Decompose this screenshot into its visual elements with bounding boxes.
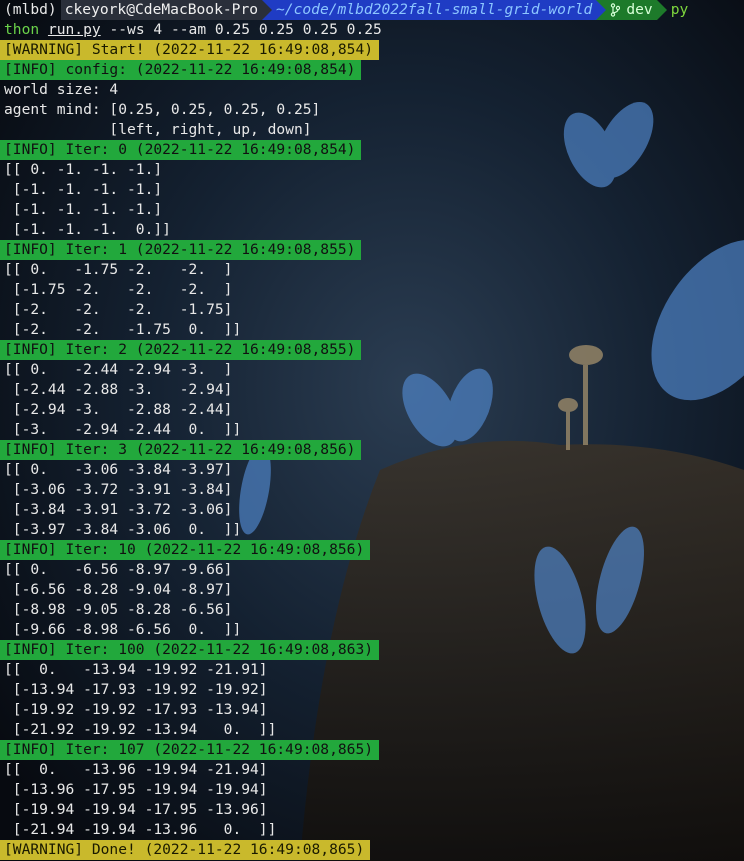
log-text-line: [-3.84 -3.91 -3.72 -3.06]	[0, 500, 744, 520]
log-text: [-2.44 -2.88 -3. -2.94]	[4, 381, 233, 398]
log-text-line: [[ 0. -13.96 -19.94 -21.94]	[0, 760, 744, 780]
log-text-line: [-1. -1. -1. -1.]	[0, 180, 744, 200]
log-text: [-1.75 -2. -2. -2. ]	[4, 281, 233, 298]
log-text: [left, right, up, down]	[4, 121, 312, 138]
log-text: [-3.06 -3.72 -3.91 -3.84]	[4, 481, 233, 498]
log-text: [-8.98 -9.05 -8.28 -6.56]	[4, 601, 233, 618]
command-head: thon	[4, 21, 40, 38]
prompt-separator-icon	[262, 0, 273, 20]
log-text: [-2. -2. -2. -1.75]	[4, 301, 233, 318]
log-text-line: [[ 0. -1. -1. -1.]	[0, 160, 744, 180]
log-text-line: [-2. -2. -1.75 0. ]]	[0, 320, 744, 340]
info-label: [INFO] config: (2022-11-22 16:49:08,854)	[0, 60, 362, 80]
log-text-line: [[ 0. -13.94 -19.92 -21.91]	[0, 660, 744, 680]
log-text: [-6.56 -8.28 -9.04 -8.97]	[4, 581, 233, 598]
prompt-git-segment: dev	[606, 0, 657, 20]
log-text-line: [-1. -1. -1. -1.]	[0, 200, 744, 220]
log-text-line: [-3. -2.94 -2.44 0. ]]	[0, 420, 744, 440]
info-label: [INFO] Iter: 107 (2022-11-22 16:49:08,86…	[0, 740, 380, 760]
log-text-line: [-1.75 -2. -2. -2. ]	[0, 280, 744, 300]
log-text-line: [-19.92 -19.92 -17.93 -13.94]	[0, 700, 744, 720]
log-text-line: [-1. -1. -1. 0.]]	[0, 220, 744, 240]
log-warning-line: [WARNING] Start! (2022-11-22 16:49:08,85…	[0, 40, 744, 60]
log-text-line: [-8.98 -9.05 -8.28 -6.56]	[0, 600, 744, 620]
log-text-line: [-2. -2. -2. -1.75]	[0, 300, 744, 320]
log-text-line: [left, right, up, down]	[0, 120, 744, 140]
prompt-separator-icon	[596, 0, 607, 20]
log-text: [-1. -1. -1. 0.]]	[4, 221, 171, 238]
log-info-line: [INFO] Iter: 1 (2022-11-22 16:49:08,855)	[0, 240, 744, 260]
prompt-path: ~/code/mlbd2022fall-small-grid-world	[272, 0, 597, 20]
log-text: [-2. -2. -1.75 0. ]]	[4, 321, 242, 338]
log-text: [-19.94 -19.94 -17.95 -13.96]	[4, 801, 268, 818]
info-label: [INFO] Iter: 2 (2022-11-22 16:49:08,855)	[0, 340, 362, 360]
log-text: [-2.94 -3. -2.88 -2.44]	[4, 401, 233, 418]
command-file: run.py	[47, 21, 101, 38]
info-label: [INFO] Iter: 3 (2022-11-22 16:49:08,856)	[0, 440, 362, 460]
log-text: [-21.94 -19.94 -13.96 0. ]]	[4, 821, 277, 838]
log-text: [[ 0. -2.44 -2.94 -3. ]	[4, 361, 233, 378]
info-label: [INFO] Iter: 100 (2022-11-22 16:49:08,86…	[0, 640, 380, 660]
log-text-line: [-19.94 -19.94 -17.95 -13.96]	[0, 800, 744, 820]
log-text: [-13.96 -17.95 -19.94 -19.94]	[4, 781, 268, 798]
log-text-line: [-2.94 -3. -2.88 -2.44]	[0, 400, 744, 420]
prompt-branch: dev	[626, 1, 653, 18]
log-info-line: [INFO] config: (2022-11-22 16:49:08,854)	[0, 60, 744, 80]
log-text-line: [-3.97 -3.84 -3.06 0. ]]	[0, 520, 744, 540]
log-text-line: [-21.94 -19.94 -13.96 0. ]]	[0, 820, 744, 840]
log-text: [-1. -1. -1. -1.]	[4, 201, 163, 218]
log-text: agent mind: [0.25, 0.25, 0.25, 0.25]	[4, 101, 321, 118]
log-text-line: [-9.66 -8.98 -6.56 0. ]]	[0, 620, 744, 640]
log-text: [-13.94 -17.93 -19.92 -19.92]	[4, 681, 268, 698]
log-text: [-21.92 -19.92 -13.94 0. ]]	[4, 721, 277, 738]
log-text: [-9.66 -8.98 -6.56 0. ]]	[4, 621, 242, 638]
log-text: [[ 0. -6.56 -8.97 -9.66]	[4, 561, 233, 578]
log-output: [WARNING] Start! (2022-11-22 16:49:08,85…	[0, 40, 744, 860]
command-line: thon run.py --ws 4 --am 0.25 0.25 0.25 0…	[0, 20, 744, 40]
prompt-separator-icon	[656, 0, 667, 20]
log-text-line: [[ 0. -6.56 -8.97 -9.66]	[0, 560, 744, 580]
warning-label: [WARNING] Done! (2022-11-22 16:49:08,865…	[0, 840, 371, 860]
log-text-line: world size: 4	[0, 80, 744, 100]
log-info-line: [INFO] Iter: 2 (2022-11-22 16:49:08,855)	[0, 340, 744, 360]
log-text: [-1. -1. -1. -1.]	[4, 181, 163, 198]
prompt-language: py	[670, 1, 689, 18]
log-text-line: [-3.06 -3.72 -3.91 -3.84]	[0, 480, 744, 500]
warning-label: [WARNING] Start! (2022-11-22 16:49:08,85…	[0, 40, 380, 60]
info-label: [INFO] Iter: 10 (2022-11-22 16:49:08,856…	[0, 540, 371, 560]
log-info-line: [INFO] Iter: 10 (2022-11-22 16:49:08,856…	[0, 540, 744, 560]
log-text: [[ 0. -3.06 -3.84 -3.97]	[4, 461, 233, 478]
log-text: [-3.84 -3.91 -3.72 -3.06]	[4, 501, 233, 518]
log-text-line: [-2.44 -2.88 -3. -2.94]	[0, 380, 744, 400]
log-text: [[ 0. -1. -1. -1.]	[4, 161, 163, 178]
log-info-line: [INFO] Iter: 0 (2022-11-22 16:49:08,854)	[0, 140, 744, 160]
log-text-line: [[ 0. -2.44 -2.94 -3. ]	[0, 360, 744, 380]
log-text-line: [[ 0. -1.75 -2. -2. ]	[0, 260, 744, 280]
log-text: [-3. -2.94 -2.44 0. ]]	[4, 421, 242, 438]
command-args: --ws 4 --am 0.25 0.25 0.25 0.25	[100, 21, 382, 38]
log-text: [[ 0. -13.94 -19.92 -21.91]	[4, 661, 268, 678]
info-label: [INFO] Iter: 1 (2022-11-22 16:49:08,855)	[0, 240, 362, 260]
terminal-output: (mlbd) ckeyork@CdeMacBook-Pro ~/code/mlb…	[0, 0, 744, 860]
log-text-line: [-21.92 -19.92 -13.94 0. ]]	[0, 720, 744, 740]
log-warning-line: [WARNING] Done! (2022-11-22 16:49:08,865…	[0, 840, 744, 860]
log-text: [[ 0. -13.96 -19.94 -21.94]	[4, 761, 268, 778]
log-text-line: [-13.94 -17.93 -19.92 -19.92]	[0, 680, 744, 700]
log-text-line: agent mind: [0.25, 0.25, 0.25, 0.25]	[0, 100, 744, 120]
log-text: world size: 4	[4, 81, 119, 98]
shell-prompt: (mlbd) ckeyork@CdeMacBook-Pro ~/code/mlb…	[0, 0, 744, 20]
log-text: [-19.92 -19.92 -17.93 -13.94]	[4, 701, 268, 718]
prompt-user-host: ckeyork@CdeMacBook-Pro	[60, 0, 263, 20]
log-info-line: [INFO] Iter: 3 (2022-11-22 16:49:08,856)	[0, 440, 744, 460]
log-text-line: [-13.96 -17.95 -19.94 -19.94]	[0, 780, 744, 800]
prompt-env: (mlbd)	[4, 1, 57, 18]
log-text-line: [[ 0. -3.06 -3.84 -3.97]	[0, 460, 744, 480]
log-info-line: [INFO] Iter: 107 (2022-11-22 16:49:08,86…	[0, 740, 744, 760]
git-branch-icon	[611, 3, 621, 17]
info-label: [INFO] Iter: 0 (2022-11-22 16:49:08,854)	[0, 140, 362, 160]
log-text-line: [-6.56 -8.28 -9.04 -8.97]	[0, 580, 744, 600]
log-text: [-3.97 -3.84 -3.06 0. ]]	[4, 521, 242, 538]
log-text: [[ 0. -1.75 -2. -2. ]	[4, 261, 233, 278]
log-info-line: [INFO] Iter: 100 (2022-11-22 16:49:08,86…	[0, 640, 744, 660]
